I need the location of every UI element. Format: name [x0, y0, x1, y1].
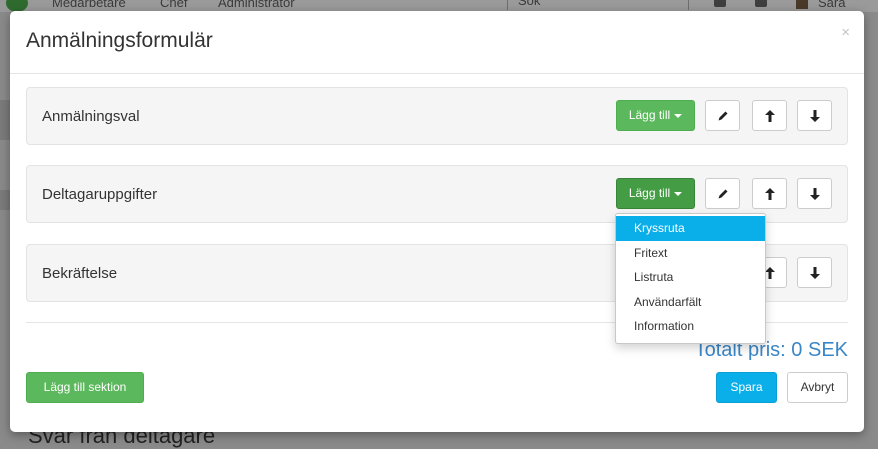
avatar	[796, 0, 808, 9]
save-button[interactable]: Spara	[716, 372, 777, 403]
chat-icon	[714, 0, 726, 7]
move-down-button[interactable]	[797, 257, 832, 288]
arrow-up-icon	[764, 187, 775, 200]
menu-item-fritext[interactable]: Fritext	[616, 241, 765, 266]
caret-down-icon	[674, 191, 683, 196]
nav-administrator: Administratör	[218, 0, 295, 10]
section-title: Anmälningsval	[42, 108, 140, 125]
arrow-down-icon	[809, 187, 820, 200]
move-up-button[interactable]	[752, 100, 787, 131]
menu-item-listruta[interactable]: Listruta	[616, 265, 765, 290]
move-down-button[interactable]	[797, 100, 832, 131]
edit-section-button[interactable]	[705, 100, 740, 131]
registration-form-modal: Anmälningsformulär × Anmälningsval Lägg …	[10, 11, 864, 432]
modal-header: Anmälningsformulär ×	[10, 11, 864, 74]
move-down-button[interactable]	[797, 178, 832, 209]
add-field-dropdown-menu: Kryssruta Fritext Listruta Användarfält …	[615, 213, 766, 344]
move-up-button[interactable]	[752, 178, 787, 209]
menu-item-information[interactable]: Information	[616, 314, 765, 339]
background-divider	[0, 190, 10, 210]
add-field-button[interactable]: Lägg till	[616, 100, 695, 131]
pencil-icon	[718, 189, 727, 198]
background-divider	[0, 100, 10, 140]
add-field-label: Lägg till	[628, 108, 671, 122]
cancel-button[interactable]: Avbryt	[787, 372, 848, 403]
caret-down-icon	[674, 113, 683, 118]
section-anmalningsval: Anmälningsval Lägg till	[26, 87, 848, 145]
nav-medarbetare: Medarbetare	[52, 0, 126, 10]
arrow-up-icon	[764, 266, 775, 279]
flag-icon	[755, 0, 767, 7]
nav-chef: Chef	[160, 0, 188, 10]
arrow-down-icon	[809, 109, 820, 122]
menu-item-anvandarfalt[interactable]: Användarfält	[616, 290, 765, 315]
section-title: Bekräftelse	[42, 265, 118, 282]
background-user-name: Sara	[818, 0, 846, 10]
edit-section-button[interactable]	[705, 178, 740, 209]
add-field-button[interactable]: Lägg till	[616, 178, 695, 209]
modal-title: Anmälningsformulär	[26, 29, 213, 52]
arrow-down-icon	[809, 266, 820, 279]
pencil-icon	[718, 111, 727, 120]
close-icon[interactable]: ×	[841, 25, 850, 40]
arrow-up-icon	[764, 109, 775, 122]
add-field-label: Lägg till	[628, 186, 671, 200]
add-section-button[interactable]: Lägg till sektion	[26, 372, 144, 403]
menu-item-kryssruta[interactable]: Kryssruta	[616, 216, 765, 241]
background-search: Sök	[507, 0, 689, 10]
section-title: Deltagaruppgifter	[42, 186, 158, 203]
